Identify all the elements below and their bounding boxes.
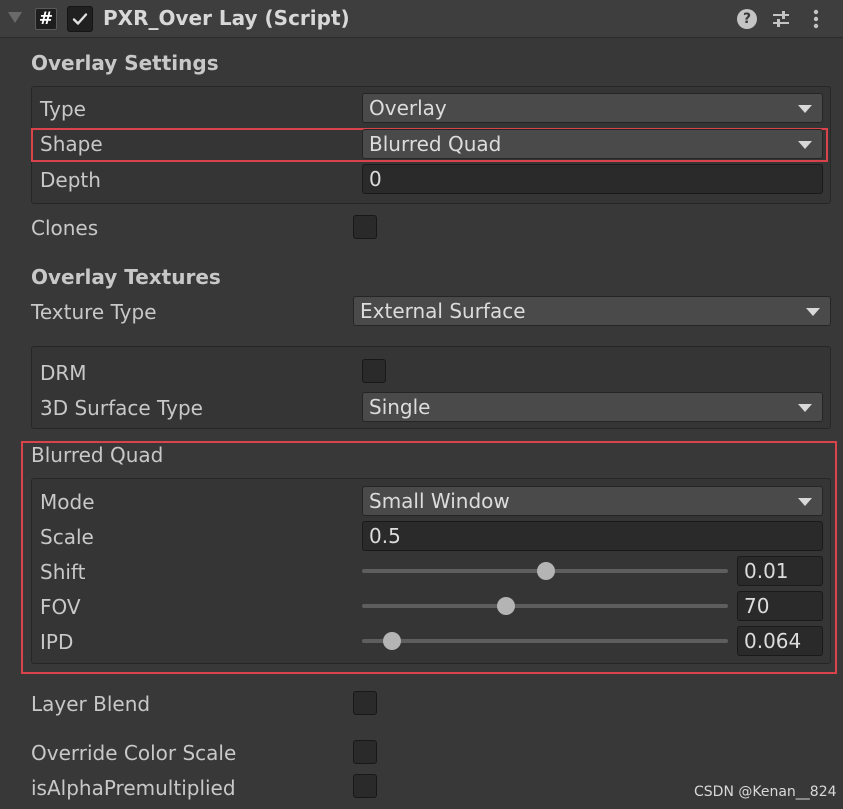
shape-dropdown-value: Blurred Quad	[369, 132, 502, 156]
depth-label: Depth	[40, 168, 101, 192]
checkmark-icon	[72, 13, 88, 25]
fov-slider-track[interactable]	[362, 604, 728, 608]
mode-dropdown[interactable]: Small Window	[362, 486, 823, 516]
overlay-textures-heading: Overlay Textures	[31, 265, 221, 289]
dropdown-arrow-icon	[798, 105, 812, 113]
script-icon: #	[35, 8, 57, 30]
shape-dropdown[interactable]: Blurred Quad	[362, 129, 823, 159]
mode-dropdown-value: Small Window	[369, 489, 510, 513]
override-color-scale-label: Override Color Scale	[31, 741, 237, 765]
type-label: Type	[40, 97, 86, 121]
shift-label: Shift	[40, 560, 86, 584]
inspector-panel: # PXR_Over Lay (Script) ? Overlay Settin…	[0, 0, 843, 809]
component-title: PXR_Over Lay (Script)	[103, 6, 350, 30]
ipd-slider-track[interactable]	[362, 639, 728, 643]
shape-label: Shape	[40, 132, 103, 156]
layer-blend-checkbox[interactable]	[353, 691, 377, 715]
ipd-label: IPD	[40, 630, 74, 654]
ipd-field[interactable]: 0.064	[737, 626, 823, 656]
is-alpha-premultiplied-checkbox[interactable]	[353, 774, 377, 798]
fov-slider-thumb[interactable]	[496, 597, 515, 615]
dropdown-arrow-icon	[798, 498, 812, 506]
type-dropdown-value: Overlay	[369, 96, 447, 120]
component-header[interactable]: # PXR_Over Lay (Script) ?	[0, 0, 843, 38]
dropdown-arrow-icon	[798, 141, 812, 149]
surface-type-label: 3D Surface Type	[40, 396, 203, 420]
shift-field[interactable]: 0.01	[737, 556, 823, 586]
scale-label: Scale	[40, 525, 94, 549]
overlay-settings-heading: Overlay Settings	[31, 51, 219, 75]
surface-type-dropdown[interactable]: Single	[362, 392, 823, 422]
clones-label: Clones	[31, 216, 99, 240]
depth-field[interactable]: 0	[362, 164, 823, 194]
override-color-scale-checkbox[interactable]	[353, 740, 377, 764]
scale-field[interactable]: 0.5	[362, 521, 823, 551]
presets-icon[interactable]	[771, 9, 791, 29]
is-alpha-premultiplied-label: isAlphaPremultiplied	[31, 776, 236, 800]
component-enabled-checkbox[interactable]	[67, 6, 93, 32]
watermark-text: CSDN @Kenan__824	[694, 784, 837, 800]
foldout-arrow-icon[interactable]	[8, 12, 22, 23]
drm-label: DRM	[40, 361, 87, 385]
dropdown-arrow-icon	[798, 404, 812, 412]
dropdown-arrow-icon	[806, 308, 820, 316]
help-icon[interactable]: ?	[737, 9, 757, 29]
texture-type-dropdown-value: External Surface	[360, 299, 526, 323]
kebab-menu-icon[interactable]	[810, 8, 822, 30]
texture-type-dropdown[interactable]: External Surface	[353, 296, 831, 326]
layer-blend-label: Layer Blend	[31, 692, 151, 716]
texture-type-label: Texture Type	[31, 300, 157, 324]
type-dropdown[interactable]: Overlay	[362, 93, 823, 123]
fov-label: FOV	[40, 595, 81, 619]
mode-label: Mode	[40, 490, 95, 514]
blurred-quad-heading: Blurred Quad	[31, 443, 164, 467]
surface-type-dropdown-value: Single	[369, 395, 431, 419]
shift-slider-thumb[interactable]	[537, 562, 555, 580]
clones-checkbox[interactable]	[353, 215, 377, 239]
drm-checkbox[interactable]	[362, 359, 386, 383]
fov-field[interactable]: 70	[737, 591, 823, 621]
